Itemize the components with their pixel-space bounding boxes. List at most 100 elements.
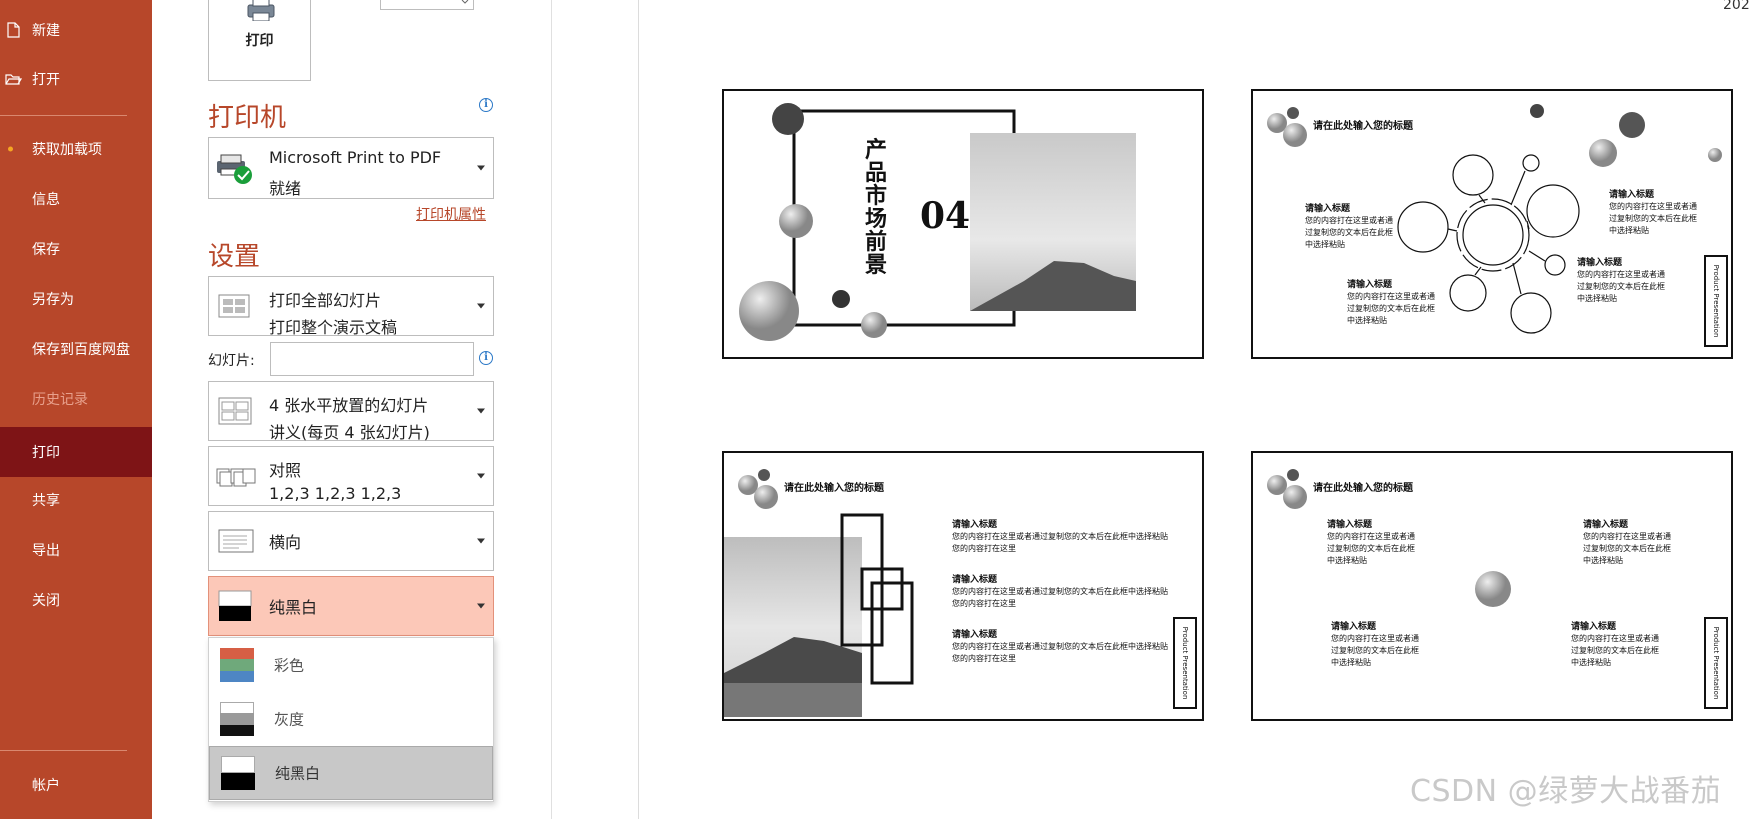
item-title: 请输入标题 <box>1571 622 1617 632</box>
preview-slide-4: 请在此处输入您的标题 请输入标题 您的内容打在这里或者通 过复制您的文本后在此框… <box>1251 451 1733 721</box>
preview-slide-2: 请在此处输入您的标题 请输入标题 您的内容打在这里或者通 过复制您的文本后在此框… <box>1251 89 1733 359</box>
print-range-dropdown[interactable]: 打印全部幻灯片 打印整个演示文稿 <box>208 276 494 337</box>
body-line: 您的内容打在这里或者通 <box>1347 292 1435 301</box>
item-title: 请输入标题 <box>952 630 998 640</box>
item-title: 请输入标题 <box>1347 280 1393 290</box>
nav-get-addins-label: 获取加载项 <box>32 142 102 158</box>
nav-share[interactable]: 共享 <box>0 478 152 522</box>
print-range-subtitle: 打印整个演示文稿 <box>269 318 398 337</box>
slide-4-text-block-3: 请输入标题 您的内容打在这里或者通 过复制您的文本后在此框 中选择粘贴 <box>1331 621 1419 669</box>
nav-history-label: 历史记录 <box>32 392 88 408</box>
grayscale-swatch-icon <box>220 702 254 736</box>
slide-2-title: 请在此处输入您的标题 <box>1313 121 1413 132</box>
sidebar-divider <box>0 750 127 751</box>
nav-save[interactable]: 保存 <box>0 227 152 271</box>
dropdown-caret-icon <box>477 538 485 544</box>
nav-history: 历史记录 <box>0 377 152 421</box>
nav-account[interactable]: 帐户 <box>0 763 152 807</box>
body-line: 您的内容打在这里 <box>952 544 1016 553</box>
slide-2-text-block-2: 请输入标题 您的内容打在这里或者通 过复制您的文本后在此框 中选择粘贴 <box>1609 189 1697 237</box>
sidebar-divider <box>0 115 127 116</box>
nav-get-addins[interactable]: 获取加载项 <box>0 127 152 171</box>
nav-close-label: 关闭 <box>32 593 60 609</box>
slides-label: 幻灯片: <box>208 353 255 369</box>
dropdown-caret-icon <box>477 603 485 609</box>
black-white-swatch-icon <box>221 756 255 790</box>
chevron-down-icon <box>461 0 469 4</box>
nav-save-label: 保存 <box>32 242 60 258</box>
notification-dot-icon <box>8 146 13 152</box>
printer-icon <box>247 0 275 21</box>
collate-title: 对照 <box>269 461 302 480</box>
body-line: 您的内容打在这里或者通 <box>1577 270 1665 279</box>
color-value: 纯黑白 <box>269 598 318 617</box>
slides-input[interactable] <box>270 342 474 376</box>
body-line: 过复制您的文本后在此框 <box>1347 304 1435 313</box>
settings-section-title: 设置 <box>208 242 261 272</box>
slide-4-text-block-2: 请输入标题 您的内容打在这里或者通 过复制您的文本后在此框 中选择粘贴 <box>1583 519 1671 567</box>
black-white-swatch-icon <box>218 590 252 621</box>
printer-properties-link[interactable]: 打印机属性 <box>416 204 486 224</box>
printer-dropdown[interactable]: Microsoft Print to PDF 就绪 <box>208 137 494 199</box>
csdn-watermark: CSDN @绿萝大战番茄 <box>1410 774 1722 809</box>
nav-print[interactable]: 打印 <box>0 427 152 477</box>
body-line: 过复制您的文本后在此框 <box>1577 282 1665 291</box>
copies-spinner[interactable] <box>380 0 474 10</box>
body-line: 您的内容打在这里或者通过复制您的文本后在此框中选择粘贴 <box>952 587 1168 596</box>
printer-info-icon[interactable]: i <box>479 98 493 112</box>
dropdown-caret-icon <box>477 165 485 171</box>
badge-text: Product Presentation <box>1181 626 1189 700</box>
product-presentation-badge: Product Presentation <box>1704 255 1728 347</box>
dropdown-caret-icon <box>477 408 485 414</box>
body-line: 您的内容打在这里或者通过复制您的文本后在此框中选择粘贴 <box>952 642 1168 651</box>
color-option-grayscale[interactable]: 灰度 <box>209 692 493 746</box>
collate-subtitle: 1,2,3 1,2,3 1,2,3 <box>269 484 402 503</box>
slide-3-title: 请在此处输入您的标题 <box>784 483 884 494</box>
item-title: 请输入标题 <box>1609 190 1655 200</box>
body-line: 您的内容打在这里或者通过复制您的文本后在此框中选择粘贴 <box>952 532 1168 541</box>
slide-4-text-block-1: 请输入标题 您的内容打在这里或者通 过复制您的文本后在此框 中选择粘贴 <box>1327 519 1415 567</box>
nav-new[interactable]: 新建 <box>0 8 152 52</box>
body-line: 过复制您的文本后在此框 <box>1305 228 1393 237</box>
nav-info[interactable]: 信息 <box>0 177 152 221</box>
slide-4-title: 请在此处输入您的标题 <box>1313 483 1413 494</box>
item-title: 请输入标题 <box>1583 520 1629 530</box>
color-option-pure-bw[interactable]: 纯黑白 <box>209 746 493 800</box>
open-folder-icon <box>5 74 22 85</box>
body-line: 过复制您的文本后在此框 <box>1571 646 1659 655</box>
nav-open[interactable]: 打开 <box>0 57 152 101</box>
nav-close[interactable]: 关闭 <box>0 578 152 622</box>
nav-save-baidu[interactable]: 保存到百度网盘 <box>0 327 152 371</box>
slide-1-vertical-title: 产品市场前景 <box>864 137 887 278</box>
layout-dropdown[interactable]: 4 张水平放置的幻灯片 讲义(每页 4 张幻灯片) <box>208 381 494 442</box>
slide-4-text-block-4: 请输入标题 您的内容打在这里或者通 过复制您的文本后在此框 中选择粘贴 <box>1571 621 1659 669</box>
slides-info-icon[interactable]: i <box>479 351 493 365</box>
slide-2-text-block-3: 请输入标题 您的内容打在这里或者通 过复制您的文本后在此框 中选择粘贴 <box>1347 279 1435 327</box>
slide-3-text-block-2: 请输入标题 您的内容打在这里或者通过复制您的文本后在此框中选择粘贴 您的内容打在… <box>952 574 1168 610</box>
print-button-label: 打印 <box>245 33 274 49</box>
orientation-dropdown[interactable]: 横向 <box>208 511 494 571</box>
collate-dropdown[interactable]: 对照 1,2,3 1,2,3 1,2,3 <box>208 446 494 506</box>
body-line: 中选择粘贴 <box>1347 316 1387 325</box>
color-option-color[interactable]: 彩色 <box>209 638 493 692</box>
body-line: 中选择粘贴 <box>1571 658 1611 667</box>
page-number-partial: 202 <box>1723 0 1750 13</box>
color-option-pure-bw-label: 纯黑白 <box>275 764 321 783</box>
body-line: 您的内容打在这里或者通 <box>1331 634 1419 643</box>
nav-export-label: 导出 <box>32 543 60 559</box>
body-line: 中选择粘贴 <box>1609 226 1649 235</box>
body-line: 过复制您的文本后在此框 <box>1331 646 1419 655</box>
nav-export[interactable]: 导出 <box>0 528 152 572</box>
body-line: 您的内容打在这里 <box>952 654 1016 663</box>
color-swatch-icon <box>220 648 254 682</box>
slide-2-text-block-1: 请输入标题 您的内容打在这里或者通 过复制您的文本后在此框 中选择粘贴 <box>1305 203 1393 251</box>
body-line: 中选择粘贴 <box>1577 294 1617 303</box>
nav-print-label: 打印 <box>32 445 60 461</box>
all-slides-icon <box>218 294 250 318</box>
print-button[interactable]: 打印 <box>208 0 311 81</box>
color-dropdown[interactable]: 纯黑白 <box>208 576 494 636</box>
nav-save-as[interactable]: 另存为 <box>0 277 152 321</box>
body-line: 您的内容打在这里或者通 <box>1327 532 1415 541</box>
badge-text: Product Presentation <box>1712 626 1720 700</box>
printer-status: 就绪 <box>269 179 302 198</box>
